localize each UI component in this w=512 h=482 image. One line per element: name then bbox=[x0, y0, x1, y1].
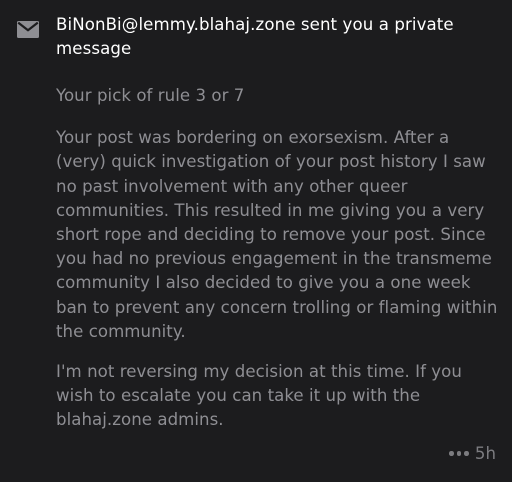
notification-header: BiNonBi@lemmy.blahaj.zone sent you a pri… bbox=[56, 15, 454, 58]
mail-icon bbox=[17, 21, 39, 38]
ellipsis-icon[interactable] bbox=[449, 451, 469, 456]
message-subject: Your pick of rule 3 or 7 bbox=[56, 86, 245, 105]
private-message-notification[interactable]: BiNonBi@lemmy.blahaj.zone sent you a pri… bbox=[0, 0, 512, 482]
timestamp: 5h bbox=[474, 444, 496, 463]
notification-footer: 5h bbox=[449, 444, 496, 463]
message-body-paragraph: Your post was bordering on exorsexism. A… bbox=[56, 128, 498, 341]
message-body-paragraph: I'm not reversing my decision at this ti… bbox=[56, 362, 462, 430]
message-content: Your pick of rule 3 or 7 Your post was b… bbox=[56, 84, 502, 433]
